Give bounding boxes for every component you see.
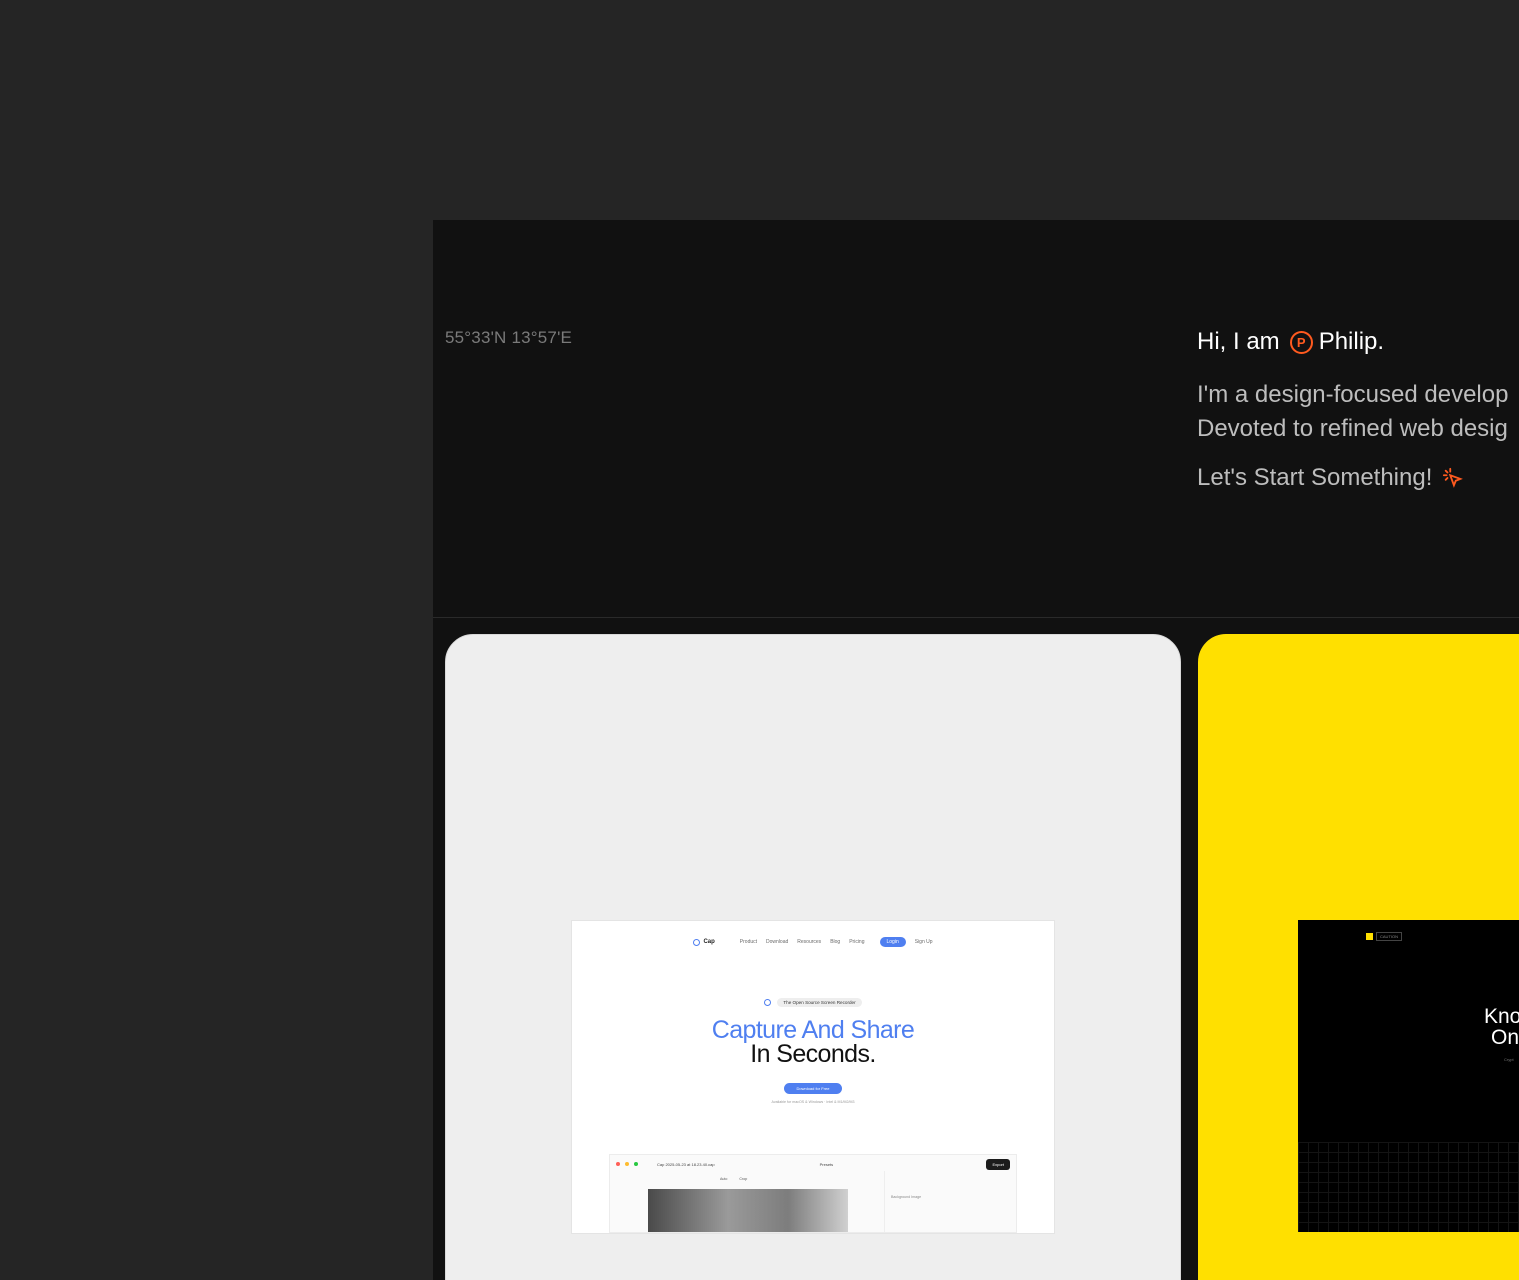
cap-app-video-preview bbox=[648, 1189, 848, 1232]
cap-app-preview: Cap 2025-05-23 at 18.23.40.cap Presets E… bbox=[609, 1154, 1017, 1233]
cap-nav-resources: Resources bbox=[797, 939, 822, 945]
cap-app-filename: Cap 2025-05-23 at 18.23.40.cap bbox=[657, 1161, 715, 1167]
cap-download-button: Download for Free bbox=[784, 1083, 842, 1094]
greeting-prefix: Hi, I am bbox=[1197, 328, 1280, 355]
cap-nav-pricing: Pricing bbox=[849, 939, 865, 945]
yellow-project-logo: CAUTION bbox=[1366, 932, 1402, 941]
project-card-yellow[interactable]: CAUTION Kno On Crypt bbox=[1198, 634, 1519, 1280]
cap-pill-icon bbox=[764, 999, 772, 1006]
cap-app-toolbar: Cap 2025-05-23 at 18.23.40.cap Presets E… bbox=[616, 1158, 1010, 1170]
p-logo-icon: P bbox=[1289, 330, 1313, 354]
yellow-logo-icon bbox=[1366, 933, 1373, 940]
cap-app-sidebar: Background Image bbox=[884, 1171, 1012, 1232]
cap-logo-text: Cap bbox=[703, 939, 715, 945]
cap-nav-download: Download bbox=[766, 939, 789, 945]
window-maximize-dot bbox=[634, 1162, 638, 1166]
cap-headline-line-1: Capture And Share bbox=[711, 1016, 915, 1044]
yellow-project-preview: CAUTION Kno On Crypt bbox=[1298, 920, 1519, 1232]
cap-app-background-label: Background Image bbox=[891, 1195, 922, 1199]
yellow-project-grid-pattern bbox=[1298, 1142, 1519, 1232]
cap-app-crop: Crop bbox=[739, 1177, 748, 1181]
intro-block: Hi, I am P Philip. I'm a design-focused … bbox=[1197, 328, 1519, 492]
window-close-dot bbox=[616, 1162, 620, 1166]
cap-pill-text: The Open Source Screen Recorder bbox=[777, 998, 862, 1007]
cap-headline: Capture And Share In Seconds. bbox=[572, 1016, 1054, 1068]
yellow-headline-line-1: Kno bbox=[1484, 1005, 1519, 1028]
cap-app-controls: Auto Crop bbox=[720, 1177, 747, 1181]
cta-label: Let's Start Something! bbox=[1197, 464, 1433, 491]
cap-app-export: Export bbox=[986, 1158, 1010, 1170]
cap-nav-product: Product bbox=[739, 939, 758, 945]
cap-app-presets: Presets bbox=[819, 1161, 834, 1167]
cursor-click-icon bbox=[1443, 467, 1464, 488]
portfolio-frame: 55°33'N 13°57'E Hi, I am P Philip. I'm a… bbox=[433, 220, 1519, 1280]
cap-login-button: Login bbox=[879, 937, 906, 947]
yellow-project-subtitle: Crypt bbox=[1504, 1057, 1514, 1062]
yellow-project-headline: Kno On bbox=[1484, 1006, 1519, 1048]
cap-logo-icon bbox=[693, 938, 701, 946]
cap-subnote: Available for macOS & Windows · Intel & … bbox=[771, 1100, 855, 1104]
author-name: Philip. bbox=[1318, 328, 1385, 355]
start-something-link[interactable]: Let's Start Something! bbox=[1197, 464, 1519, 492]
greeting: Hi, I am P Philip. bbox=[1197, 328, 1519, 356]
location-coordinates: 55°33'N 13°57'E bbox=[445, 328, 573, 347]
cap-website-preview: Cap Product Download Resources Blog Pric… bbox=[572, 921, 1054, 1233]
hero-section: 55°33'N 13°57'E Hi, I am P Philip. I'm a… bbox=[433, 220, 1519, 618]
cap-app-auto: Auto bbox=[720, 1177, 728, 1181]
cap-logo: Cap bbox=[693, 938, 715, 946]
intro-description: I'm a design-focused develop Devoted to … bbox=[1197, 378, 1519, 446]
cap-headline-line-2: In Seconds. bbox=[750, 1040, 876, 1068]
project-card-cap[interactable]: Cap Product Download Resources Blog Pric… bbox=[445, 634, 1181, 1280]
cap-signup-link: Sign Up bbox=[914, 939, 933, 945]
cap-tagline-pill: The Open Source Screen Recorder bbox=[572, 998, 1054, 1007]
yellow-headline-line-2: On bbox=[1491, 1026, 1519, 1049]
yellow-logo-text: CAUTION bbox=[1376, 932, 1402, 941]
cap-navbar: Cap Product Download Resources Blog Pric… bbox=[572, 937, 1054, 947]
window-minimize-dot bbox=[625, 1162, 629, 1166]
cap-nav-blog: Blog bbox=[830, 939, 841, 945]
intro-line-2: Devoted to refined web desig bbox=[1197, 415, 1508, 442]
intro-line-1: I'm a design-focused develop bbox=[1197, 381, 1509, 408]
